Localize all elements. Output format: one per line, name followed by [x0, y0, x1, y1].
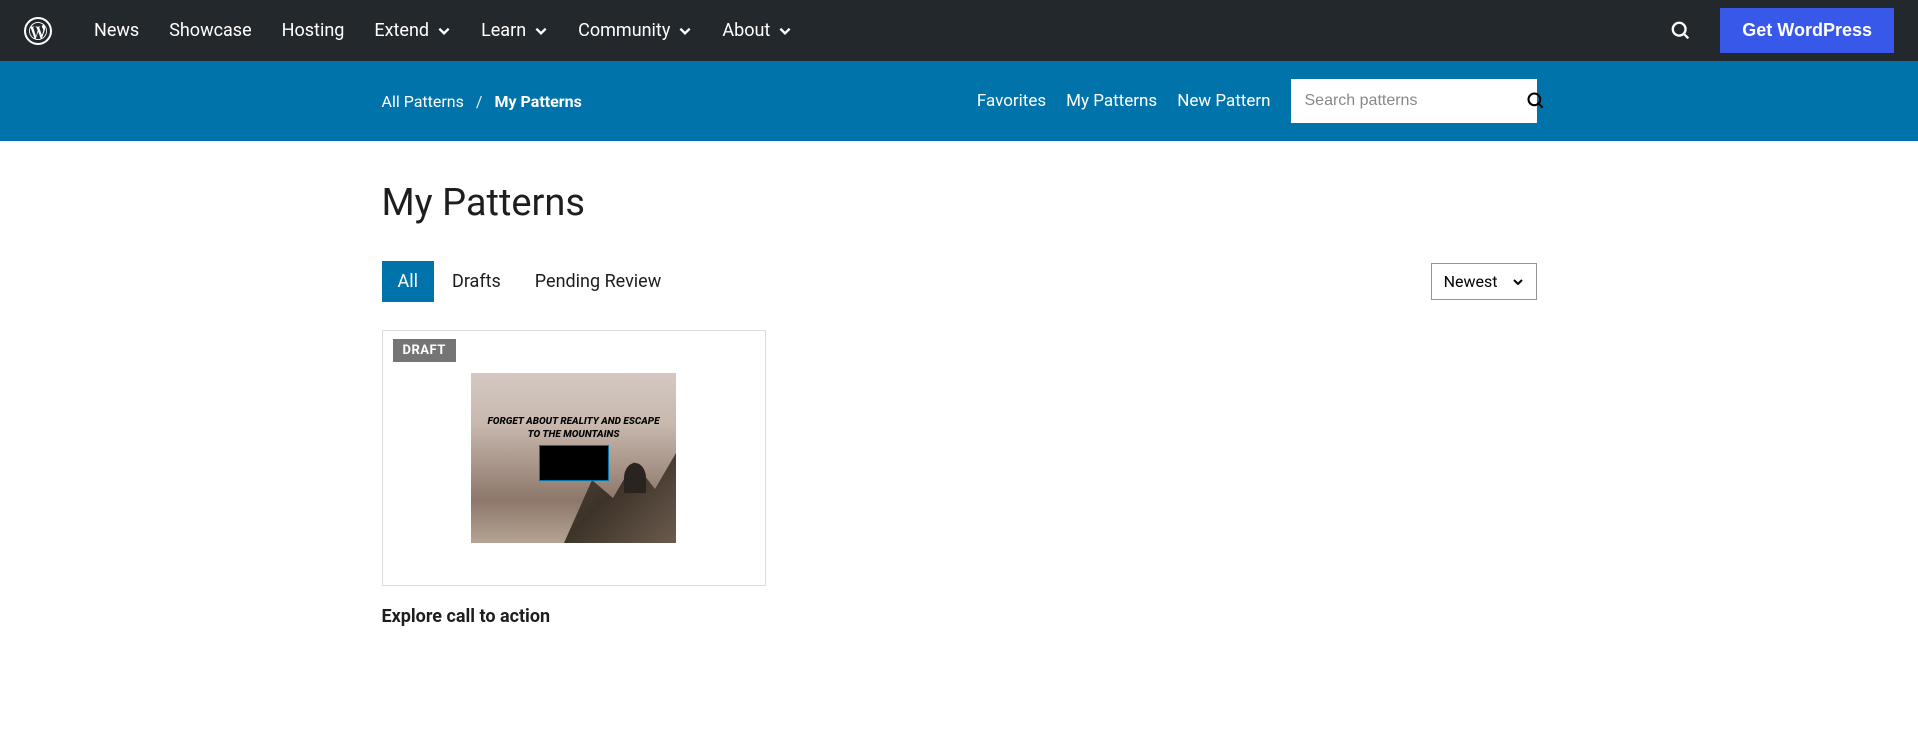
search-box [1291, 79, 1537, 123]
nav-item-news[interactable]: News [80, 12, 153, 49]
patterns-grid: DRAFT FORGET ABOUT REALITY AND ESCAPE TO… [382, 330, 1537, 627]
get-wordpress-button[interactable]: Get WordPress [1720, 8, 1894, 53]
sort-select[interactable]: Newest [1431, 263, 1537, 300]
nav-label: Extend [374, 20, 429, 41]
page-title: My Patterns [382, 181, 1537, 225]
pattern-preview[interactable]: DRAFT FORGET ABOUT REALITY AND ESCAPE TO… [382, 330, 766, 586]
nav-item-showcase[interactable]: Showcase [155, 12, 265, 49]
content: My Patterns All Drafts Pending Review Ne… [362, 141, 1557, 627]
sub-link-favorites[interactable]: Favorites [977, 91, 1046, 111]
nav-label: Community [578, 20, 670, 41]
sub-links: Favorites My Patterns New Pattern [977, 91, 1271, 111]
breadcrumb: All Patterns / My Patterns [382, 92, 582, 111]
chevron-down-icon [1512, 276, 1524, 288]
chevron-down-icon [778, 24, 792, 38]
tab-drafts[interactable]: Drafts [436, 261, 517, 302]
wordpress-logo[interactable] [24, 17, 52, 45]
chevron-down-icon [437, 24, 451, 38]
breadcrumb-root[interactable]: All Patterns [382, 92, 464, 111]
preview-thumbnail: FORGET ABOUT REALITY AND ESCAPE TO THE M… [471, 373, 676, 543]
nav-item-hosting[interactable]: Hosting [268, 12, 359, 49]
nav-label: About [722, 20, 770, 41]
top-nav: News Showcase Hosting Extend Learn Commu… [0, 0, 1918, 61]
breadcrumb-current: My Patterns [494, 92, 581, 111]
preview-cta-button [539, 445, 609, 481]
pattern-card: DRAFT FORGET ABOUT REALITY AND ESCAPE TO… [382, 330, 766, 627]
nav-item-about[interactable]: About [708, 12, 806, 49]
sub-link-my-patterns[interactable]: My Patterns [1066, 91, 1157, 111]
tab-all[interactable]: All [382, 261, 435, 302]
search-icon[interactable] [1670, 20, 1692, 42]
nav-label: News [94, 20, 139, 41]
preview-heading: FORGET ABOUT REALITY AND ESCAPE TO THE M… [471, 415, 676, 441]
pattern-title: Explore call to action [382, 606, 766, 627]
chevron-down-icon [534, 24, 548, 38]
sort-label: Newest [1444, 272, 1498, 291]
figure-shape [624, 463, 646, 493]
search-button[interactable] [1526, 81, 1546, 121]
filter-row: All Drafts Pending Review Newest [382, 261, 1537, 302]
breadcrumb-separator: / [476, 92, 483, 111]
nav-item-extend[interactable]: Extend [360, 12, 465, 49]
sub-nav: All Patterns / My Patterns Favorites My … [0, 61, 1918, 141]
search-icon [1526, 91, 1546, 111]
nav-label: Showcase [169, 20, 251, 41]
sub-link-new-pattern[interactable]: New Pattern [1177, 91, 1270, 111]
chevron-down-icon [678, 24, 692, 38]
nav-item-learn[interactable]: Learn [467, 12, 562, 49]
nav-label: Learn [481, 20, 526, 41]
nav-links: News Showcase Hosting Extend Learn Commu… [80, 12, 806, 49]
status-badge: DRAFT [393, 339, 456, 362]
tab-pending-review[interactable]: Pending Review [519, 261, 677, 302]
nav-item-community[interactable]: Community [564, 12, 706, 49]
search-input[interactable] [1291, 82, 1526, 120]
nav-label: Hosting [282, 20, 345, 41]
